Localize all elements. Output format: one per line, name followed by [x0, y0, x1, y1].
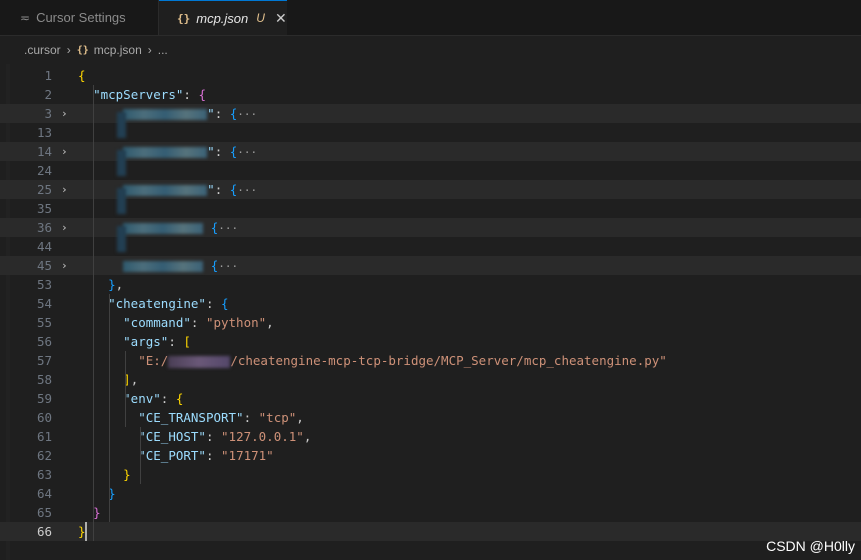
indent-guide [109, 294, 110, 522]
line-number: 53 [36, 277, 52, 292]
code-text: ": {··· [78, 142, 257, 162]
code-line[interactable]: 2 "mcpServers": { [0, 85, 861, 104]
line-number: 55 [36, 315, 52, 330]
line-number: 1 [44, 68, 52, 83]
code-line[interactable]: 24 [0, 161, 861, 180]
json-icon: {} [177, 11, 191, 25]
line-number: 62 [36, 448, 52, 463]
line-number: 60 [36, 410, 52, 425]
line-number: 54 [36, 296, 52, 311]
json-icon: {} [76, 44, 89, 56]
tab-bar: ≂ Cursor Settings {} mcp.json U ✕ [0, 0, 861, 36]
line-number: 13 [36, 125, 52, 140]
code-text: ": {··· [78, 180, 257, 200]
tab-label: Cursor Settings [36, 10, 126, 25]
tab-label: mcp.json [196, 10, 249, 26]
breadcrumb-more[interactable]: ... [158, 43, 168, 57]
tab-cursor-settings[interactable]: ≂ Cursor Settings [0, 0, 159, 35]
line-number: 63 [36, 467, 52, 482]
tab-mcp-json[interactable]: {} mcp.json U ✕ [159, 0, 287, 35]
code-line[interactable]: 3 › ": {··· [0, 104, 861, 123]
line-number: 45 [36, 258, 52, 273]
code-text: "CE_TRANSPORT": "tcp", [138, 410, 304, 425]
code-line[interactable]: 60 "CE_TRANSPORT": "tcp", [0, 408, 861, 427]
line-number: 65 [36, 505, 52, 520]
line-number: 25 [36, 182, 52, 197]
code-text: "mcpServers": { [93, 87, 206, 102]
line-number: 36 [36, 220, 52, 235]
code-line[interactable]: 65 } [0, 503, 861, 522]
line-number: 61 [36, 429, 52, 444]
code-text: "E://cheatengine-mcp-tcp-bridge/MCP_Serv… [138, 353, 667, 368]
code-line[interactable]: 54 "cheatengine": { [0, 294, 861, 313]
redacted-fragment [117, 225, 126, 252]
code-text: } [93, 505, 101, 520]
code-text: "CE_HOST": "127.0.0.1", [138, 429, 312, 444]
code-text: ": {··· [78, 104, 257, 124]
code-line[interactable]: 62 "CE_PORT": "17171" [0, 446, 861, 465]
fold-chevron-icon[interactable]: › [61, 256, 68, 275]
line-number: 24 [36, 163, 52, 178]
breadcrumb-file[interactable]: mcp.json [94, 43, 142, 57]
code-line[interactable]: 63 } [0, 465, 861, 484]
code-line[interactable]: 56 "args": [ [0, 332, 861, 351]
line-number: 35 [36, 201, 52, 216]
code-text: } [123, 467, 131, 482]
modified-badge: U [256, 11, 265, 25]
code-text: "args": [ [123, 334, 191, 349]
line-number: 3 [44, 106, 52, 121]
line-number: 58 [36, 372, 52, 387]
code-line[interactable]: 57 "E://cheatengine-mcp-tcp-bridge/MCP_S… [0, 351, 861, 370]
code-text: "CE_PORT": "17171" [138, 448, 274, 463]
code-text: }, [108, 277, 124, 292]
line-number: 44 [36, 239, 52, 254]
settings-icon: ≂ [20, 10, 31, 25]
code-line[interactable]: 66} [0, 522, 861, 541]
breadcrumb: .cursor › {} mcp.json › ... [24, 36, 168, 64]
code-line[interactable]: 55 "command": "python", [0, 313, 861, 332]
indent-guide [125, 351, 126, 427]
redacted-fragment [117, 149, 126, 176]
code-text: { [78, 68, 86, 83]
code-line[interactable]: 61 "CE_HOST": "127.0.0.1", [0, 427, 861, 446]
code-line[interactable]: 25 › ": {··· [0, 180, 861, 199]
chevron-right-icon: › [66, 43, 71, 57]
indent-guide [93, 85, 94, 541]
line-number: 57 [36, 353, 52, 368]
code-line[interactable]: 13 [0, 123, 861, 142]
line-number: 2 [44, 87, 52, 102]
code-line[interactable]: 53 }, [0, 275, 861, 294]
code-line[interactable]: 45 › {··· [0, 256, 861, 275]
code-editor[interactable]: 1{2 "mcpServers": {3 › ": {··· 13 14 › ": {·… [0, 64, 861, 560]
breadcrumb-folder[interactable]: .cursor [24, 43, 61, 57]
code-line[interactable]: 36 › {··· [0, 218, 861, 237]
text-cursor [85, 522, 87, 541]
close-icon[interactable]: ✕ [275, 10, 287, 27]
fold-chevron-icon[interactable]: › [61, 142, 68, 161]
code-line[interactable]: 44 [0, 237, 861, 256]
watermark: CSDN @H0lly [766, 538, 855, 554]
redacted-fragment [117, 187, 126, 214]
redacted-fragment [117, 111, 126, 138]
line-number: 14 [36, 144, 52, 159]
indent-guide [140, 427, 141, 484]
line-number: 56 [36, 334, 52, 349]
line-number: 64 [36, 486, 52, 501]
line-number: 66 [36, 524, 52, 539]
fold-chevron-icon[interactable]: › [61, 218, 68, 237]
code-line[interactable]: 14 › ": {··· [0, 142, 861, 161]
code-text: {··· [78, 218, 238, 238]
code-text: "command": "python", [123, 315, 274, 330]
code-text: "cheatengine": { [108, 296, 229, 311]
code-text: {··· [78, 256, 238, 276]
code-line[interactable]: 35 [0, 199, 861, 218]
code-line[interactable]: 58 ], [0, 370, 861, 389]
line-number: 59 [36, 391, 52, 406]
fold-chevron-icon[interactable]: › [61, 180, 68, 199]
fold-chevron-icon[interactable]: › [61, 104, 68, 123]
code-line[interactable]: 1{ [0, 66, 861, 85]
code-line[interactable]: 64 } [0, 484, 861, 503]
code-line[interactable]: 59 "env": { [0, 389, 861, 408]
chevron-right-icon: › [147, 43, 152, 57]
